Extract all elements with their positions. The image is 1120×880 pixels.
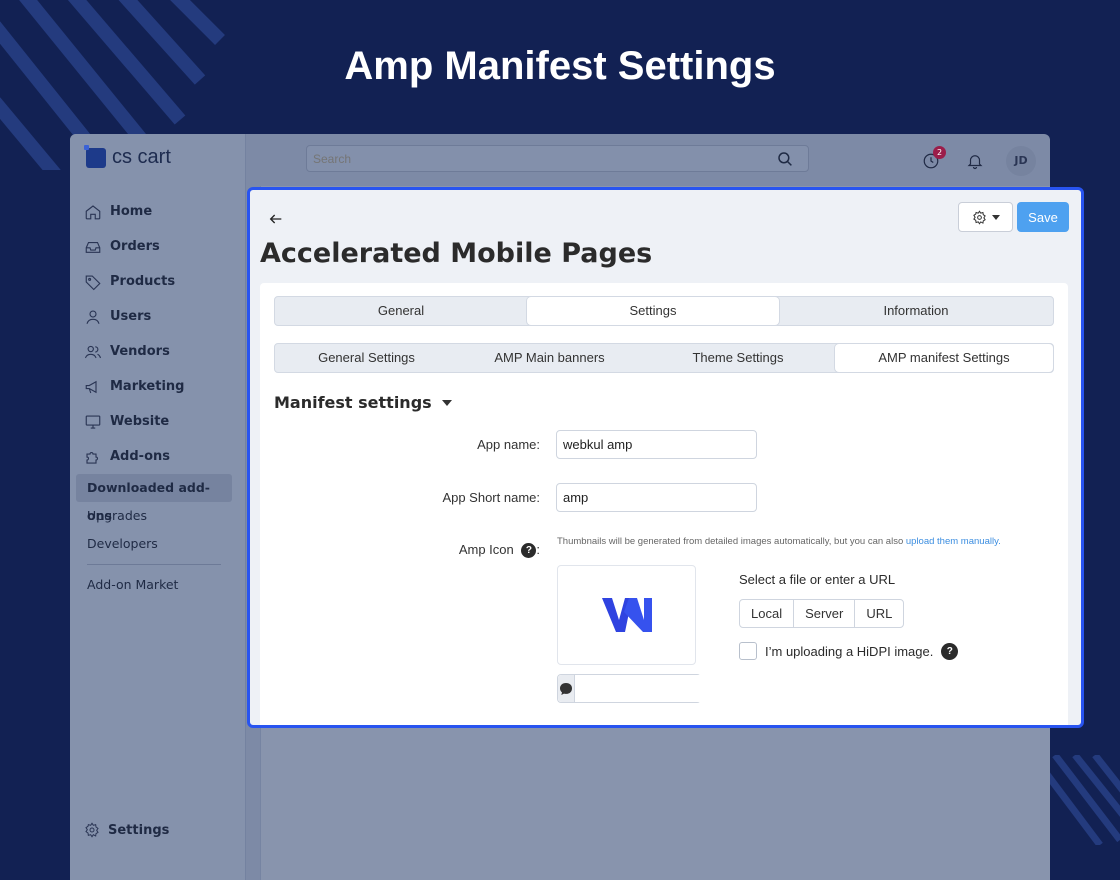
- hint-text: Thumbnails will be generated from detail…: [557, 536, 906, 547]
- section-title: Manifest settings: [274, 393, 432, 412]
- icon-thumbnail: [557, 565, 696, 665]
- sidebar-item-users[interactable]: Users: [82, 299, 242, 334]
- logo-icon: [84, 144, 106, 168]
- server-button[interactable]: Server: [794, 600, 856, 627]
- sidebar-item-label: Website: [110, 414, 170, 429]
- settings-dropdown-button[interactable]: [958, 202, 1013, 232]
- sidebar-item-settings[interactable]: Settings: [84, 822, 169, 838]
- app-short-name-label: App Short name:: [442, 490, 540, 505]
- thumbnail-hint: Thumbnails will be generated from detail…: [557, 536, 1001, 547]
- sidebar-subitem-downloaded-addons[interactable]: Downloaded add-ons: [76, 474, 232, 523]
- subtab-amp-manifest-settings[interactable]: AMP manifest Settings: [835, 344, 1053, 372]
- hidpi-checkbox[interactable]: [739, 642, 757, 660]
- sidebar-item-label: Orders: [110, 239, 160, 254]
- addons-submenu: Downloaded add-ons Upgrades Developers A…: [76, 474, 242, 599]
- search-bar[interactable]: [306, 145, 809, 172]
- settings-card: General Settings Information General Set…: [260, 283, 1068, 725]
- file-select-label: Select a file or enter a URL: [739, 572, 896, 587]
- arrow-left-icon: [269, 214, 282, 224]
- subtab-theme-settings[interactable]: Theme Settings: [641, 344, 835, 372]
- search-icon[interactable]: [776, 150, 794, 168]
- label-colon: :: [536, 542, 540, 557]
- subtab-general-settings[interactable]: General Settings: [275, 344, 458, 372]
- topbar-icons: 2 JD: [918, 146, 1036, 176]
- sidebar-subitem-addon-market[interactable]: Add-on Market: [76, 571, 232, 599]
- tab-general[interactable]: General: [275, 297, 527, 325]
- upload-manually-link[interactable]: upload them manually.: [906, 536, 1001, 547]
- decorative-stripes: [1040, 755, 1120, 845]
- comment-icon: [558, 675, 575, 702]
- user-icon: [86, 309, 100, 324]
- save-button[interactable]: Save: [1017, 202, 1069, 232]
- app-name-label: App name:: [477, 437, 540, 452]
- url-button[interactable]: URL: [855, 600, 903, 627]
- search-input[interactable]: [307, 146, 747, 171]
- section-toggle[interactable]: Manifest settings: [274, 393, 452, 412]
- history-button[interactable]: 2: [918, 146, 946, 174]
- sidebar-item-label: Products: [110, 274, 176, 289]
- megaphone-icon: [85, 380, 97, 393]
- sidebar-item-website[interactable]: Website: [82, 404, 242, 439]
- sidebar-item-label: Vendors: [110, 344, 170, 359]
- amp-icon-label-text: Amp Icon: [458, 542, 514, 557]
- banner-title: Amp Manifest Settings: [344, 44, 776, 88]
- sidebar-subitem-developers[interactable]: Developers: [76, 530, 232, 558]
- sidebar-subitem-upgrades[interactable]: Upgrades: [76, 502, 232, 530]
- sidebar-item-marketing[interactable]: Marketing: [82, 369, 242, 404]
- amp-icon-label: Amp Icon ?:: [270, 542, 540, 559]
- avatar[interactable]: JD: [1006, 146, 1036, 176]
- alt-text-field[interactable]: [557, 674, 756, 703]
- hidpi-label: I’m uploading a HiDPI image.: [765, 643, 934, 659]
- page-title: Accelerated Mobile Pages: [260, 238, 653, 269]
- back-button[interactable]: [265, 208, 287, 230]
- webkul-logo: [601, 598, 652, 632]
- help-icon[interactable]: ?: [941, 642, 959, 660]
- hidpi-option: I’m uploading a HiDPI image. ?: [739, 642, 959, 660]
- inbox-icon: [85, 241, 101, 253]
- gear-icon: [972, 209, 986, 225]
- sidebar-item-products[interactable]: Products: [82, 264, 242, 299]
- gear-icon: [85, 822, 99, 838]
- sidebar-item-orders[interactable]: Orders: [82, 229, 242, 264]
- app-name-field[interactable]: [556, 430, 757, 459]
- divider: [87, 564, 221, 565]
- monitor-icon: [85, 414, 101, 429]
- sidebar-item-addons[interactable]: Add-ons: [82, 439, 242, 474]
- sidebar-item-label: Marketing: [110, 379, 185, 394]
- bell-icon: [967, 155, 983, 170]
- tag-icon: [85, 274, 101, 290]
- home-icon: [85, 204, 101, 219]
- subtab-amp-main-banners[interactable]: AMP Main banners: [458, 344, 641, 372]
- notification-badge: 2: [933, 146, 946, 159]
- app-short-name-field[interactable]: [556, 483, 757, 512]
- chevron-down-icon: [441, 399, 452, 406]
- main-tabs: General Settings Information: [274, 296, 1054, 326]
- users-icon: [84, 345, 102, 358]
- help-icon[interactable]: ?: [521, 543, 537, 559]
- sidebar-item-label: Settings: [108, 822, 170, 838]
- alt-text-input[interactable]: [575, 675, 756, 702]
- local-button[interactable]: Local: [740, 600, 795, 627]
- puzzle-icon: [86, 451, 98, 464]
- sidebar-item-label: Users: [110, 309, 152, 324]
- tab-information[interactable]: Information: [779, 297, 1053, 325]
- sub-tabs: General Settings AMP Main banners Theme …: [274, 343, 1054, 373]
- sidebar: cs cart Home Orders Products Users Vendo…: [70, 134, 246, 880]
- logo[interactable]: cs cart: [84, 144, 171, 169]
- sidebar-item-label: Home: [110, 204, 153, 219]
- settings-panel: Save Accelerated Mobile Pages General Se…: [247, 187, 1084, 728]
- sidebar-item-vendors[interactable]: Vendors: [82, 334, 242, 369]
- sidebar-item-label: Add-ons: [110, 449, 170, 464]
- tab-settings[interactable]: Settings: [527, 297, 779, 325]
- notifications-button[interactable]: [962, 148, 988, 174]
- logo-text: cs cart: [112, 146, 171, 168]
- sidebar-nav: Home Orders Products Users Vendors Marke…: [76, 194, 242, 599]
- chevron-down-icon: [991, 214, 1000, 220]
- file-source-buttons: Local Server URL: [739, 599, 905, 628]
- sidebar-item-home[interactable]: Home: [82, 194, 242, 229]
